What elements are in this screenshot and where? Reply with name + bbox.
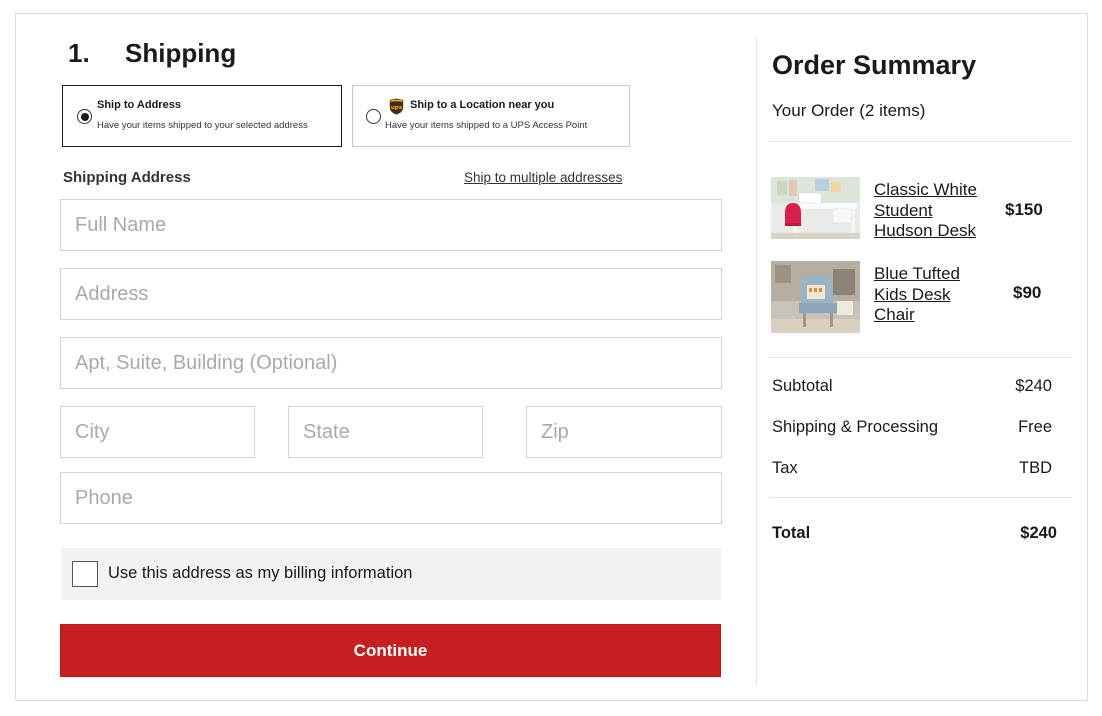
phone-field[interactable] bbox=[60, 472, 722, 524]
desk-product-image[interactable] bbox=[771, 177, 860, 239]
continue-button[interactable]: Continue bbox=[60, 624, 721, 677]
item-name-line: Kids Desk bbox=[874, 284, 951, 304]
option-subtitle: Have your items shipped to a UPS Access … bbox=[385, 120, 588, 131]
apt-suite-field[interactable] bbox=[60, 337, 722, 389]
city-field[interactable] bbox=[60, 406, 255, 458]
column-divider bbox=[756, 37, 757, 685]
chair-price: $90 bbox=[1013, 283, 1042, 302]
chair-product-image[interactable] bbox=[771, 261, 860, 333]
zip-field[interactable] bbox=[526, 406, 722, 458]
step-number: 1. bbox=[68, 38, 90, 68]
item-name-line: Hudson Desk bbox=[874, 221, 977, 240]
order-summary-title: Order Summary bbox=[772, 50, 977, 80]
item-name-line: Student bbox=[874, 200, 933, 220]
total-label: Total bbox=[772, 524, 811, 542]
item-name-line: Classic White bbox=[874, 180, 977, 199]
ship-to-address-option[interactable]: Ship to Address Have your items shipped … bbox=[62, 85, 342, 147]
state-field[interactable] bbox=[288, 406, 483, 458]
desk-product-link[interactable]: Classic White Student Hudson Desk bbox=[874, 180, 989, 242]
total-value: $240 bbox=[1020, 524, 1057, 542]
ship-to-location-option[interactable]: ups Ship to a Location near you Have you… bbox=[352, 85, 630, 147]
billing-address-option[interactable]: Use this address as my billing informati… bbox=[61, 548, 721, 600]
item-name-line: Chair bbox=[874, 305, 915, 324]
tax-value: TBD bbox=[1019, 459, 1052, 477]
desk-price: $150 bbox=[1005, 200, 1043, 219]
ship-to-address-radio[interactable] bbox=[77, 109, 92, 124]
tax-label: Tax bbox=[772, 459, 798, 477]
subtotal-value: $240 bbox=[1015, 377, 1052, 395]
step-heading: 1. Shipping bbox=[68, 38, 236, 69]
summary-divider bbox=[769, 497, 1072, 498]
ship-to-multiple-addresses-link[interactable]: Ship to multiple addresses bbox=[464, 170, 622, 185]
order-item-count: Your Order (2 items) bbox=[772, 101, 926, 120]
svg-text:ups: ups bbox=[391, 105, 403, 111]
ship-to-location-radio[interactable] bbox=[366, 109, 381, 124]
step-title: Shipping bbox=[125, 38, 237, 68]
billing-checkbox[interactable] bbox=[72, 561, 98, 587]
item-name-line: Blue Tufted bbox=[874, 264, 961, 283]
summary-divider bbox=[769, 357, 1072, 358]
address-field[interactable] bbox=[60, 268, 722, 320]
option-title: Ship to Address bbox=[97, 99, 181, 111]
ups-logo-icon: ups bbox=[389, 98, 404, 115]
full-name-field[interactable] bbox=[60, 199, 722, 251]
shipping-processing-label: Shipping & Processing bbox=[772, 418, 939, 436]
subtotal-label: Subtotal bbox=[772, 377, 833, 395]
option-subtitle: Have your items shipped to your selected… bbox=[97, 120, 308, 131]
summary-divider bbox=[769, 141, 1072, 142]
option-title: Ship to a Location near you bbox=[410, 99, 555, 111]
shipping-address-label: Shipping Address bbox=[63, 169, 191, 186]
shipping-processing-value: Free bbox=[1018, 418, 1052, 436]
billing-checkbox-label: Use this address as my billing informati… bbox=[108, 564, 413, 582]
chair-product-link[interactable]: Blue Tufted Kids Desk Chair bbox=[874, 264, 989, 326]
